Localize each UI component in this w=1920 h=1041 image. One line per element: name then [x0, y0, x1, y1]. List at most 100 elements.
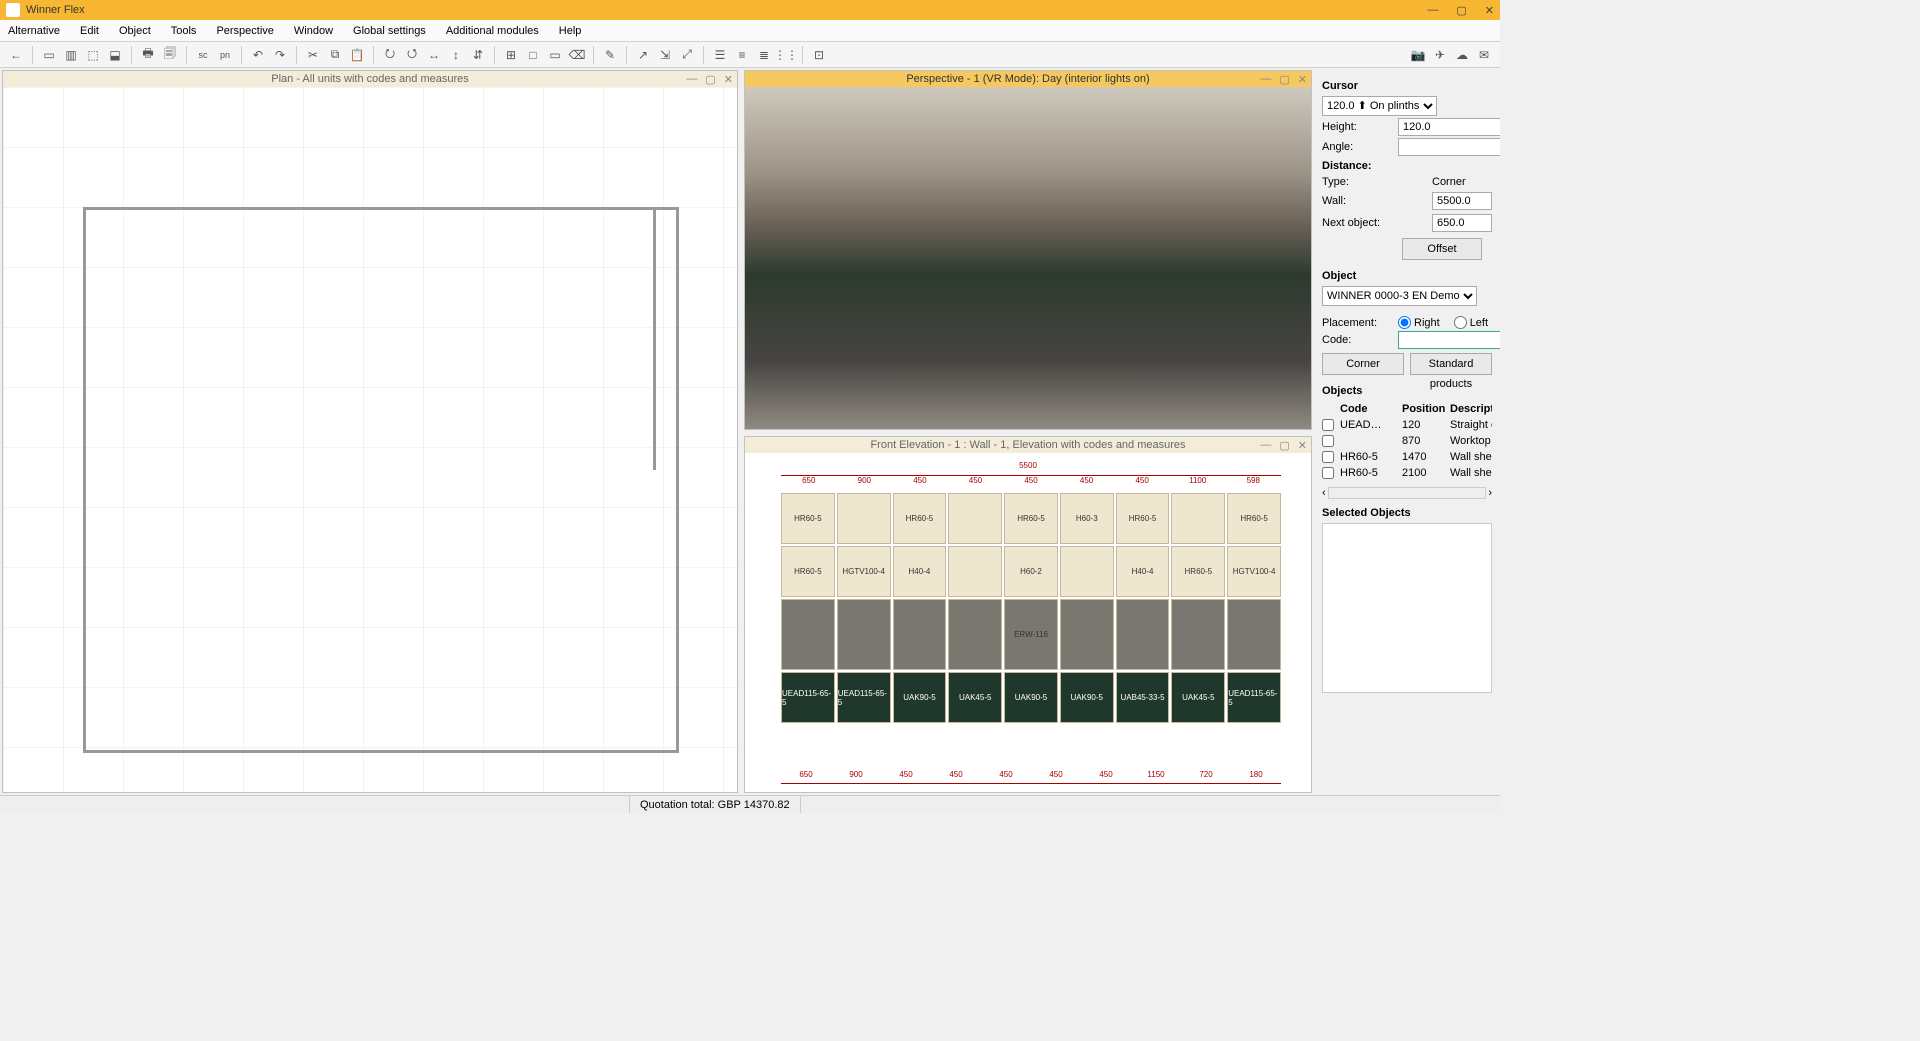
- scroll-track[interactable]: [1328, 487, 1487, 499]
- misc-icon[interactable]: ⊡: [809, 45, 829, 65]
- plan-max-icon[interactable]: ▢: [705, 73, 715, 86]
- selected-objects-list[interactable]: [1322, 523, 1492, 693]
- grid-icon[interactable]: ⊞: [501, 45, 521, 65]
- menu-object[interactable]: Object: [119, 25, 151, 37]
- redo-icon[interactable]: ↷: [270, 45, 290, 65]
- back-button[interactable]: ←: [6, 45, 26, 65]
- menu-bar: Alternative Edit Object Tools Perspectiv…: [0, 20, 1500, 42]
- offset-button[interactable]: Offset: [1402, 238, 1482, 260]
- copy-icon[interactable]: ⧉: [325, 45, 345, 65]
- menu-tools[interactable]: Tools: [171, 25, 197, 37]
- menu-global-settings[interactable]: Global settings: [353, 25, 426, 37]
- persp-close-icon[interactable]: ✕: [1298, 73, 1307, 86]
- corner-button[interactable]: Corner: [1322, 353, 1404, 375]
- menu-alternative[interactable]: Alternative: [8, 25, 60, 37]
- elev-dim: 450: [892, 475, 948, 489]
- rect-icon[interactable]: □: [523, 45, 543, 65]
- plan-close-icon[interactable]: ✕: [724, 73, 733, 86]
- edit-icon[interactable]: ✎: [600, 45, 620, 65]
- print-icon[interactable]: 🖶: [138, 45, 158, 65]
- minimize-icon[interactable]: —: [1427, 4, 1438, 17]
- plan-min-icon[interactable]: —: [686, 73, 697, 86]
- maximize-icon[interactable]: ▢: [1456, 4, 1466, 17]
- send-icon[interactable]: ✈: [1430, 45, 1450, 65]
- plan-canvas[interactable]: [3, 87, 737, 792]
- col-description: Description: [1450, 403, 1492, 415]
- print-batch-icon[interactable]: 🗐: [160, 45, 180, 65]
- layout-3-icon[interactable]: ⬚: [83, 45, 103, 65]
- angle-input[interactable]: [1398, 138, 1500, 156]
- undo-icon[interactable]: ↶: [248, 45, 268, 65]
- row-checkbox[interactable]: [1322, 435, 1334, 447]
- delete-icon[interactable]: ⌫: [567, 45, 587, 65]
- move-icon[interactable]: ⇲: [655, 45, 675, 65]
- menu-edit[interactable]: Edit: [80, 25, 99, 37]
- pn-button[interactable]: pn: [215, 45, 235, 65]
- placement-label: Placement:: [1322, 317, 1392, 329]
- elev-cell: HR60-5: [893, 493, 947, 544]
- camera-icon[interactable]: 📷: [1408, 45, 1428, 65]
- elev-dim: 450: [981, 770, 1031, 784]
- persp-max-icon[interactable]: ▢: [1279, 73, 1289, 86]
- close-icon[interactable]: ✕: [1485, 4, 1494, 17]
- cut-icon[interactable]: ✂: [303, 45, 323, 65]
- table-row[interactable]: UEAD…120Straight corner ba: [1322, 417, 1492, 433]
- flip-h-icon[interactable]: ↔: [424, 45, 444, 65]
- elev-dim: 450: [1031, 770, 1081, 784]
- sc-button[interactable]: sc: [193, 45, 213, 65]
- align-3-icon[interactable]: ≣: [754, 45, 774, 65]
- menu-additional-modules[interactable]: Additional modules: [446, 25, 539, 37]
- menu-perspective[interactable]: Perspective: [216, 25, 273, 37]
- scroll-right-icon[interactable]: ›: [1488, 487, 1492, 499]
- perspective-window-title[interactable]: Perspective - 1 (VR Mode): Day (interior…: [745, 71, 1311, 87]
- app-icon: [6, 3, 20, 17]
- menu-help[interactable]: Help: [559, 25, 582, 37]
- elev-min-icon[interactable]: —: [1260, 439, 1271, 452]
- rotate-left-icon[interactable]: ⭮: [380, 45, 400, 65]
- scale-icon[interactable]: ⤢: [677, 45, 697, 65]
- cursor-mode-select[interactable]: 120.0 ⬆ On plinths: [1322, 96, 1437, 116]
- elev-close-icon[interactable]: ✕: [1298, 439, 1307, 452]
- perspective-canvas[interactable]: [745, 87, 1311, 429]
- toolbar-sep: [373, 46, 374, 64]
- placement-left-radio[interactable]: Left: [1454, 316, 1488, 329]
- height-input[interactable]: [1398, 118, 1500, 136]
- swap-icon[interactable]: ⇵: [468, 45, 488, 65]
- elevation-window-title[interactable]: Front Elevation - 1 : Wall - 1, Elevatio…: [745, 437, 1311, 453]
- placement-right-radio[interactable]: Right: [1398, 316, 1440, 329]
- mail-icon[interactable]: ✉: [1474, 45, 1494, 65]
- properties-panel: Cursor 120.0 ⬆ On plinths Height: Angle:…: [1314, 68, 1500, 795]
- standard-products-button[interactable]: Standard products: [1410, 353, 1492, 375]
- col-code: Code: [1340, 403, 1398, 415]
- menu-window[interactable]: Window: [294, 25, 333, 37]
- layout-1-icon[interactable]: ▭: [39, 45, 59, 65]
- catalogue-select[interactable]: WINNER 0000-3 EN Demo: [1322, 286, 1477, 306]
- flip-v-icon[interactable]: ↕: [446, 45, 466, 65]
- layout-4-icon[interactable]: ⬓: [105, 45, 125, 65]
- paste-icon[interactable]: 📋: [347, 45, 367, 65]
- elev-cell: UEAD115-65-5: [1227, 672, 1281, 723]
- align-1-icon[interactable]: ☰: [710, 45, 730, 65]
- plan-window-title[interactable]: Plan - All units with codes and measures…: [3, 71, 737, 87]
- row-checkbox[interactable]: [1322, 467, 1334, 479]
- elev-max-icon[interactable]: ▢: [1279, 439, 1289, 452]
- wall-input[interactable]: [1432, 192, 1492, 210]
- rotate-right-icon[interactable]: ⭯: [402, 45, 422, 65]
- next-input[interactable]: [1432, 214, 1492, 232]
- table-row[interactable]: HR60-51470Wall shelving, 2 a: [1322, 449, 1492, 465]
- table-row[interactable]: HR60-52100Wall shelving, 2 a: [1322, 465, 1492, 481]
- align-2-icon[interactable]: ≡: [732, 45, 752, 65]
- row-checkbox[interactable]: [1322, 419, 1334, 431]
- row-checkbox[interactable]: [1322, 451, 1334, 463]
- align-4-icon[interactable]: ⋮⋮: [776, 45, 796, 65]
- cloud-icon[interactable]: ☁: [1452, 45, 1472, 65]
- rect2-icon[interactable]: ▭: [545, 45, 565, 65]
- scroll-left-icon[interactable]: ‹: [1322, 487, 1326, 499]
- pointer-icon[interactable]: ↗: [633, 45, 653, 65]
- elevation-canvas[interactable]: 5500 6509004504504504504501100598 HR60-5…: [745, 453, 1311, 792]
- layout-2-icon[interactable]: ▥: [61, 45, 81, 65]
- persp-min-icon[interactable]: —: [1260, 73, 1271, 86]
- col-position: Position: [1402, 403, 1446, 415]
- table-row[interactable]: 870Worktop: [1322, 433, 1492, 449]
- code-input[interactable]: [1398, 331, 1500, 349]
